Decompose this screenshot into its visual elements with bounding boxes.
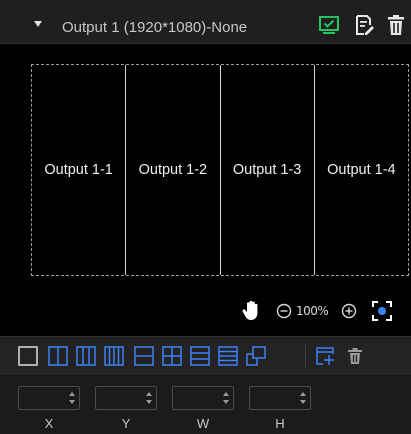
layout-2-columns-icon[interactable]: [48, 346, 68, 366]
delete-icon[interactable]: [345, 346, 365, 366]
layout-4-rows-icon[interactable]: [218, 346, 238, 366]
y-spin-arrows: [145, 389, 154, 407]
trash-icon[interactable]: [385, 14, 407, 36]
y-input[interactable]: [96, 387, 144, 409]
h-input[interactable]: [250, 387, 298, 409]
hand-icon[interactable]: [240, 298, 264, 322]
h-decrement-icon[interactable]: [300, 400, 306, 404]
output-screen-2[interactable]: Output 1-2: [126, 65, 221, 275]
w-label: W: [196, 416, 210, 431]
output-header: Output 1 (1920*1080)-None: [0, 0, 411, 44]
layout-1x1-icon[interactable]: [18, 346, 38, 366]
y-spinbox: [95, 386, 157, 410]
h-spinbox: [249, 386, 311, 410]
w-spin-arrows: [222, 389, 231, 407]
layout-4-columns-icon[interactable]: [104, 346, 124, 366]
zoom-level: 100%: [296, 304, 329, 318]
x-spin-arrows: [68, 389, 77, 407]
monitor-icon[interactable]: [318, 14, 340, 36]
layout-3-rows-icon[interactable]: [190, 346, 210, 366]
w-increment-icon[interactable]: [223, 392, 229, 396]
x-input[interactable]: [19, 387, 67, 409]
output-canvas[interactable]: Output 1-1 Output 1-2 Output 1-3 Output …: [0, 44, 411, 336]
output-screen-4[interactable]: Output 1-4: [315, 65, 408, 275]
layout-toolbar: [0, 336, 411, 374]
y-increment-icon[interactable]: [146, 392, 152, 396]
h-spin-arrows: [299, 389, 308, 407]
output-layout-area: Output 1-1 Output 1-2 Output 1-3 Output …: [31, 64, 409, 276]
w-spinbox: [172, 386, 234, 410]
toolbar-divider: [305, 345, 306, 367]
w-decrement-icon[interactable]: [223, 400, 229, 404]
chevron-down-icon[interactable]: [34, 21, 42, 27]
layout-overlap-icon[interactable]: [246, 346, 266, 366]
position-size-panel: X Y W H: [0, 374, 411, 434]
x-decrement-icon[interactable]: [69, 400, 75, 404]
y-decrement-icon[interactable]: [146, 400, 152, 404]
output-screen-1[interactable]: Output 1-1: [32, 65, 127, 275]
layout-2x2-grid-icon[interactable]: [162, 346, 182, 366]
zoom-out-icon[interactable]: [276, 303, 292, 319]
zoom-in-icon[interactable]: [341, 303, 357, 319]
y-label: Y: [121, 416, 131, 431]
output-title: Output 1 (1920*1080)-None: [62, 19, 248, 36]
output-screen-3[interactable]: Output 1-3: [221, 65, 315, 275]
w-input[interactable]: [173, 387, 221, 409]
layout-2-rows-icon[interactable]: [134, 346, 154, 366]
edit-icon[interactable]: [353, 14, 375, 36]
x-spinbox: [18, 386, 80, 410]
x-label: X: [44, 416, 54, 431]
add-window-icon[interactable]: [315, 346, 335, 366]
x-increment-icon[interactable]: [69, 392, 75, 396]
layout-3-columns-icon[interactable]: [76, 346, 96, 366]
fit-screen-icon[interactable]: [371, 300, 393, 322]
h-increment-icon[interactable]: [300, 392, 306, 396]
h-label: H: [275, 416, 285, 431]
